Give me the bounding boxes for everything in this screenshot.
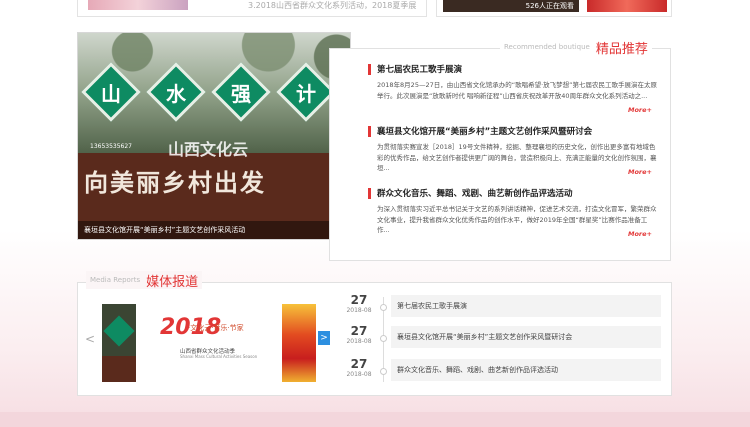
background-band [0,412,750,427]
sign-phone: 13653535627 [90,143,132,150]
timeline-item: 27 2018-08 第七届农民工歌手展演 [340,294,665,318]
media-header: Media Reports 媒体报道 [86,271,203,290]
recommended-item-title-text[interactable]: 群众文化音乐、舞蹈、戏剧、曲艺新创作品评选活动 [377,187,573,199]
more-link[interactable]: More+ [628,230,652,238]
timeline-link[interactable]: 第七届农民工歌手展演 [391,295,661,317]
timeline-day: 27 [350,293,368,307]
logo-line: Shanxi Mass Cultural Activities Season [180,354,258,359]
timeline-item: 27 2018-08 襄垣县文化馆开展“美丽乡村”主题文艺创作采风暨研讨会 [340,325,665,349]
recommended-item-title-text[interactable]: 第七届农民工歌手展演 [377,63,462,75]
event-thumbnail[interactable] [587,0,667,12]
recommended-item-title[interactable]: 第七届农民工歌手展演 [368,62,658,76]
media-title-cn: 媒体报道 [146,274,199,290]
timeline-dot [380,368,387,375]
sign-text: 向美丽乡村出发 [84,168,266,197]
timeline-link[interactable]: 群众文化音乐、舞蹈、戏剧、曲艺新创作品评选活动 [391,359,661,381]
timeline-item: 27 2018-08 群众文化音乐、舞蹈、戏剧、曲艺新创作品评选活动 [340,358,665,382]
logo-line: ·文化云·音乐·节家 [188,324,244,332]
recommended-item: 襄垣县文化馆开展“美丽乡村”主题文艺创作采风暨研讨会 为贯彻落实赛宣发［2018… [368,124,658,176]
carousel-poster-image[interactable] [282,304,316,382]
recommended-title-en: Recommended boutique [504,43,590,51]
top-text: 3.2018山西省群众文化系列活动，2018夏季展 [248,1,417,10]
slider-caption[interactable]: 襄垣县文化馆开展“美丽乡村”主题文艺创作采风活动 [78,221,350,239]
carousel-logo-image[interactable]: 2018 ·文化云·音乐·节家 山西省群众文化活动季 Shanxi Mass C… [160,313,260,369]
recommended-item-desc: 为贯彻落实赛宣发［2018］19号文件精神，挖掘、整理襄垣的历史文化，创作出更多… [377,143,657,172]
timeline-link[interactable]: 襄垣县文化馆开展“美丽乡村”主题文艺创作采风暨研讨会 [391,326,661,348]
carousel-next-icon[interactable]: > [318,331,330,345]
timeline-day: 27 [350,324,368,338]
recommended-header: Recommended boutique 精品推荐 [500,37,652,57]
top-thumbnail[interactable] [88,0,188,10]
featured-slider[interactable]: 山 水 强 计 13653535627 山西文化云 向美丽乡村出发 襄垣县文化馆… [77,32,351,240]
recommended-item: 群众文化音乐、舞蹈、戏剧、曲艺新创作品评选活动 为深入贯彻落实习近平总书记关于文… [368,186,658,238]
timeline-year-month: 2018-08 [346,338,372,345]
top-right-panel: 526人正在观看 [436,0,672,17]
top-left-panel: 3.2018山西省群众文化系列活动，2018夏季展 [77,0,427,17]
recommended-item-title-text[interactable]: 襄垣县文化馆开展“美丽乡村”主题文艺创作采风暨研讨会 [377,125,592,137]
timeline-year-month: 2018-08 [346,307,372,314]
more-link[interactable]: More+ [628,106,652,114]
carousel-image[interactable] [102,304,136,382]
recommended-item-title[interactable]: 群众文化音乐、舞蹈、戏剧、曲艺新创作品评选活动 [368,186,658,200]
media-title-en: Media Reports [90,276,141,284]
timeline-dot [380,304,387,311]
timeline-day: 27 [350,357,368,371]
more-link[interactable]: More+ [628,168,652,176]
live-thumbnail[interactable]: 526人正在观看 [443,0,579,12]
sign-logo: 山西文化云 [168,140,249,159]
carousel-prev-icon[interactable]: < [85,332,95,346]
recommended-title-cn: 精品推荐 [595,41,648,57]
timeline-dot [380,335,387,342]
timeline-date: 27 2018-08 [340,325,378,346]
watch-count: 526人正在观看 [525,2,574,10]
timeline-date: 27 2018-08 [340,294,378,315]
recommended-item: 第七届农民工歌手展演 2018年8月25—27日，由山西省文化馆承办的“歌唱希望… [368,62,658,114]
title-marker [368,125,371,137]
timeline-date: 27 2018-08 [340,358,378,379]
recommended-item-desc: 2018年8月25—27日，由山西省文化馆承办的“歌唱希望·放飞梦想”第七届农民… [377,81,658,100]
title-marker [368,187,371,199]
recommended-item-title[interactable]: 襄垣县文化馆开展“美丽乡村”主题文艺创作采风暨研讨会 [368,124,658,138]
recommended-item-desc: 为深入贯彻落实习近平总书记关于文艺的系列讲话精神，促进艺术交流，打造文化冒军，繁… [377,205,657,234]
timeline-year-month: 2018-08 [346,371,372,378]
title-marker [368,63,371,75]
